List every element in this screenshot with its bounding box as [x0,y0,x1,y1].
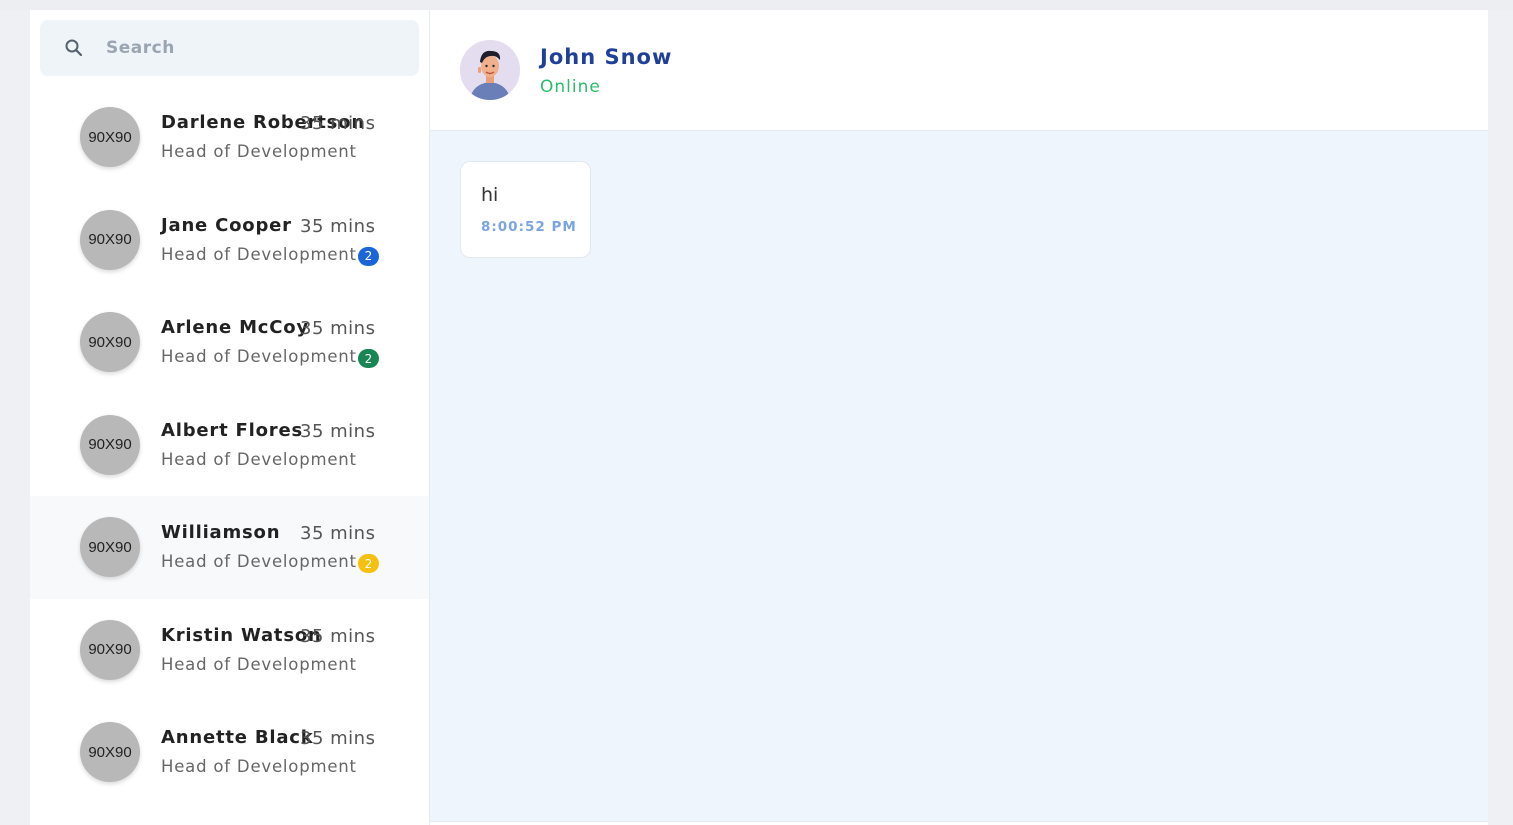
contact-item[interactable]: 90X90 Annette Black 35 mins Head of Deve… [30,701,429,804]
contact-name: Albert Flores [161,419,303,441]
message-text: hi [481,184,499,206]
search-input[interactable] [106,38,366,58]
chat-app: 90X90 Darlene Robertson 35 mins Head of … [30,10,1488,825]
user-avatar-icon [460,40,520,100]
contact-role: Head of Development [161,552,357,571]
search-bar[interactable] [40,20,419,76]
avatar[interactable] [460,40,520,100]
unread-badge: 2 [358,554,379,573]
contact-item[interactable]: 90X90 Kristin Watson 35 mins Head of Dev… [30,599,429,702]
unread-badge: 2 [358,246,379,266]
contact-time: 35 mins [300,420,376,442]
avatar: 90X90 [80,414,140,475]
search-icon [64,38,84,58]
contact-role: Head of Development [161,347,357,366]
contact-time: 35 mins [300,113,376,134]
contact-time: 35 mins [300,728,376,749]
message-time: 8:00:52 PM [481,219,577,235]
contact-name: Arlene McCoy [161,317,309,338]
online-status: Online [540,77,601,97]
contact-role: Head of Development [161,449,357,469]
contact-name: Annette Black [161,727,314,748]
contact-time: 35 mins [300,215,376,237]
contact-name: Jane Cooper [161,214,292,236]
contact-role: Head of Development [161,757,357,776]
avatar: 90X90 [80,209,140,270]
avatar: 90X90 [80,517,140,577]
contact-role: Head of Development [161,654,357,674]
contact-item[interactable]: 90X90 Darlene Robertson 35 mins Head of … [30,86,429,189]
contact-item-active[interactable]: 90X90 Williamson 35 mins Head of Develop… [30,496,429,599]
message-area: hi 8:00:52 PM [430,131,1488,821]
chat-contact-name: John Snow [540,45,673,69]
contact-list: 90X90 Darlene Robertson 35 mins Head of … [30,86,429,804]
contact-time: 35 mins [300,625,376,647]
chat-header: John Snow Online [430,10,1488,131]
chat-footer [430,821,1488,825]
contact-item[interactable]: 90X90 Arlene McCoy 35 mins Head of Devel… [30,291,429,394]
contact-time: 35 mins [300,523,376,544]
contact-time: 35 mins [300,318,376,339]
message-bubble: hi 8:00:52 PM [460,161,591,258]
chat-panel: John Snow Online hi 8:00:52 PM [430,10,1488,825]
contact-name: Kristin Watson [161,624,322,646]
contact-name: Williamson [161,522,281,543]
avatar: 90X90 [80,107,140,167]
top-strip [0,0,1513,10]
contact-item[interactable]: 90X90 Albert Flores 35 mins Head of Deve… [30,394,429,497]
contact-item[interactable]: 90X90 Jane Cooper 35 mins Head of Develo… [30,189,429,292]
contacts-sidebar: 90X90 Darlene Robertson 35 mins Head of … [30,10,430,825]
avatar: 90X90 [80,619,140,680]
contact-role: Head of Development [161,142,357,161]
avatar: 90X90 [80,722,140,782]
contact-role: Head of Development [161,244,357,264]
avatar: 90X90 [80,312,140,372]
unread-badge: 2 [358,349,379,368]
